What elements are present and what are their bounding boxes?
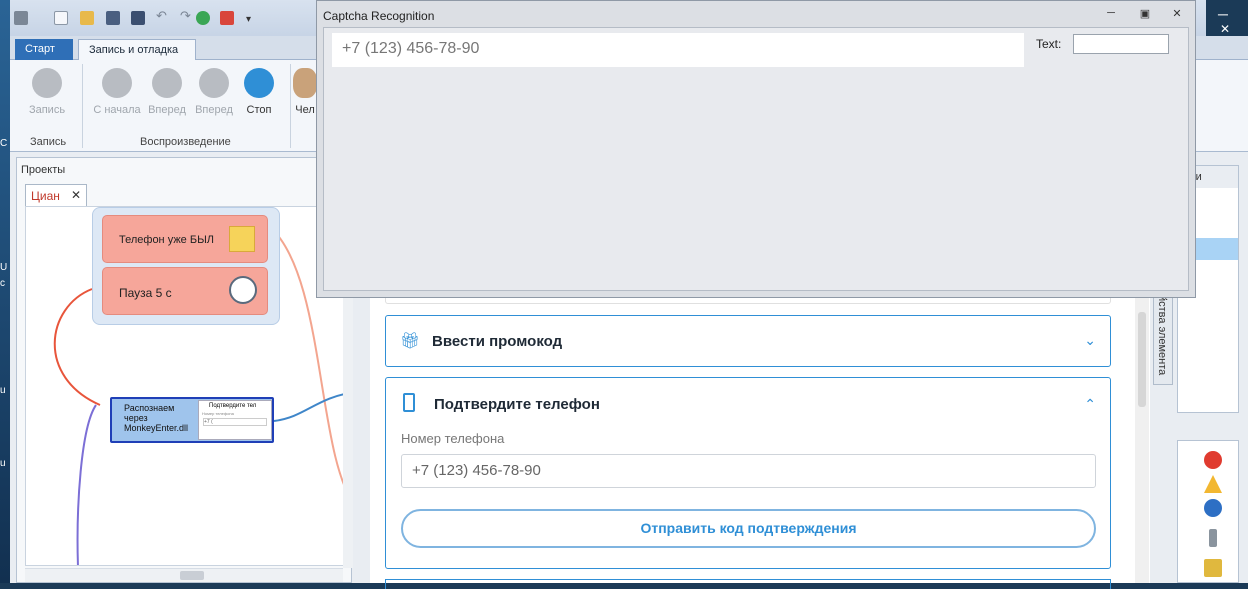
horizontal-scrollbar[interactable] xyxy=(25,568,343,582)
stop-icon xyxy=(244,68,274,98)
side-tab-label: йства элемента xyxy=(1156,295,1168,376)
stopwatch-icon xyxy=(229,276,257,304)
node-label: через xyxy=(124,413,148,423)
confirm-phone-card: Подтвердите телефон ⌃ Номер телефона +7 … xyxy=(385,377,1111,569)
captcha-text-input[interactable] xyxy=(1073,34,1169,54)
close-icon[interactable]: ✕ xyxy=(71,188,81,202)
properties-side-tab[interactable]: йства элемента xyxy=(1153,290,1173,385)
card-next xyxy=(385,579,1111,589)
minimize-icon[interactable]: ─ xyxy=(1103,7,1119,21)
clear-icon[interactable] xyxy=(1204,559,1222,577)
chevron-down-icon[interactable]: ⌄ xyxy=(1084,332,1096,349)
new-file-icon[interactable] xyxy=(54,11,68,25)
thumbnail-title: Подтвердите тел xyxy=(209,403,257,409)
chevron-down-icon[interactable]: ▾ xyxy=(246,14,256,25)
desktop-label: U xyxy=(0,262,8,273)
desktop-label: u xyxy=(0,385,6,396)
add-icon[interactable] xyxy=(196,11,210,25)
panel-title: Проекты xyxy=(21,164,66,176)
from-start-button[interactable]: С начала xyxy=(89,68,145,116)
from-start-label: С начала xyxy=(93,104,141,116)
group-label-record: Запись xyxy=(30,136,67,148)
save-icon[interactable] xyxy=(106,11,120,25)
captcha-body: +7 (123) 456-78-90 Text: xyxy=(323,27,1189,291)
desktop-label: u xyxy=(0,458,6,469)
group-separator xyxy=(82,64,83,148)
user-button[interactable]: Чел xyxy=(291,68,319,116)
desktop-label: с xyxy=(0,278,5,289)
play-icon xyxy=(152,68,182,98)
node-pause[interactable]: Пауза 5 с xyxy=(102,267,268,315)
project-canvas[interactable]: Телефон уже БЫЛ Пауза 5 с Распознаем чер… xyxy=(25,206,345,566)
promo-card[interactable]: 🎁︎ Ввести промокод ⌄ xyxy=(385,315,1111,367)
chevron-up-icon[interactable]: ⌃ xyxy=(1084,396,1096,413)
undo-icon[interactable]: ↶ xyxy=(156,8,170,23)
confirm-title: Подтвердите телефон xyxy=(434,396,600,413)
promo-title: Ввести промокод xyxy=(432,333,563,350)
minimize-icon[interactable]: ─ xyxy=(1218,6,1228,22)
info-icon[interactable] xyxy=(1204,499,1222,517)
node-label: Телефон уже БЫЛ xyxy=(119,234,215,246)
connection-line xyxy=(273,393,344,422)
thumbnail-input: +7 ( xyxy=(203,418,267,426)
app-menu-icon[interactable] xyxy=(14,11,28,25)
open-folder-icon[interactable] xyxy=(80,11,94,25)
project-tab[interactable]: Циан ✕ xyxy=(25,184,87,206)
thumbnail-subtitle: Номер телефона xyxy=(202,411,234,416)
redo-icon[interactable]: ↷ xyxy=(180,8,194,23)
node-label: Распознаем xyxy=(124,403,175,413)
note-icon xyxy=(229,226,255,252)
node-thumbnail: Подтвердите тел Номер телефона +7 ( xyxy=(198,400,272,440)
node-label: Пауза 5 с xyxy=(119,286,172,300)
restart-icon xyxy=(102,68,132,98)
group-label-playback: Воспроизведение xyxy=(140,136,231,148)
node-phone-was[interactable]: Телефон уже БЫЛ xyxy=(102,215,268,263)
phone-icon xyxy=(403,393,415,412)
close-icon[interactable]: ✕ xyxy=(1220,22,1230,36)
error-icon[interactable] xyxy=(1204,451,1222,469)
node-recognize[interactable]: Распознаем через MonkeyEnter.dll Подтвер… xyxy=(110,397,274,443)
record-label: Запись xyxy=(28,104,66,116)
desktop-strip: C U с u u xyxy=(0,0,10,583)
captcha-window: Captcha Recognition ─ ▣ ✕ +7 (123) 456-7… xyxy=(316,0,1196,298)
browser-page: 🎁︎ Ввести промокод ⌄ Подтвердите телефон… xyxy=(370,290,1150,589)
page-scroll-thumb[interactable] xyxy=(1138,312,1146,407)
warning-icon[interactable] xyxy=(1204,475,1222,493)
close-icon[interactable]: ✕ xyxy=(1169,7,1185,21)
scroll-thumb[interactable] xyxy=(180,571,204,580)
log-panel xyxy=(1177,440,1239,583)
node-label: MonkeyEnter.dll xyxy=(124,423,189,433)
record-icon xyxy=(32,68,62,98)
desktop-label: C xyxy=(0,138,8,149)
stop-button[interactable]: Стоп xyxy=(231,68,287,116)
maximize-icon[interactable]: ▣ xyxy=(1137,7,1153,21)
project-tab-label: Циан xyxy=(31,189,60,203)
phone-input[interactable]: +7 (123) 456-78-90 xyxy=(401,454,1096,488)
debug-icon[interactable] xyxy=(1209,529,1217,547)
step-icon xyxy=(199,68,229,98)
projects-panel: Проекты Циан ✕ Телефон уже БЫЛ Пауза 5 с xyxy=(16,157,353,583)
user-label: Чел xyxy=(295,104,315,116)
captcha-image: +7 (123) 456-78-90 xyxy=(332,33,1024,67)
text-label: Text: xyxy=(1036,37,1062,51)
tab-start[interactable]: Старт xyxy=(15,39,73,60)
save-all-icon[interactable] xyxy=(131,11,145,25)
send-code-button[interactable]: Отправить код подтверждения xyxy=(401,509,1096,548)
connection-line xyxy=(76,404,97,565)
gift-icon: 🎁︎ xyxy=(400,333,421,350)
window-title: Captcha Recognition xyxy=(323,9,435,23)
stop-label: Стоп xyxy=(246,104,272,116)
record-button[interactable]: Запись xyxy=(19,68,75,116)
person-icon xyxy=(293,68,317,98)
phone-label: Номер телефона xyxy=(401,431,505,446)
window-controls: ─ ✕ xyxy=(1206,0,1248,36)
tab-record-debug[interactable]: Запись и отладка xyxy=(78,39,196,60)
record-icon[interactable] xyxy=(220,11,234,25)
